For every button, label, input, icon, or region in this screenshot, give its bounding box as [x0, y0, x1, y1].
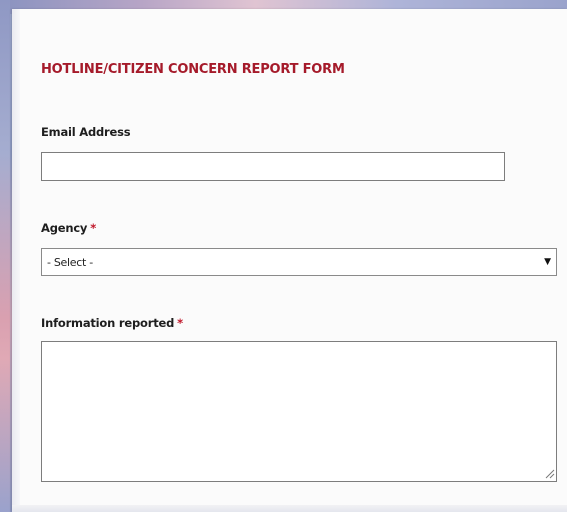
panel-footer [12, 505, 567, 512]
email-field[interactable] [41, 152, 505, 181]
panel-edge [12, 9, 20, 512]
resize-grip-icon[interactable] [545, 469, 555, 479]
agency-label: Agency * [41, 221, 96, 235]
information-textarea[interactable] [41, 341, 557, 482]
agency-label-text: Agency [41, 221, 88, 235]
form-title: HOTLINE/CITIZEN CONCERN REPORT FORM [41, 62, 345, 77]
dropdown-arrow-icon: ▼ [544, 257, 551, 267]
information-label-text: Information reported [41, 316, 175, 330]
required-marker: * [90, 221, 97, 235]
agency-select[interactable]: - Select - ▼ [41, 248, 557, 276]
background-side [0, 0, 10, 512]
agency-select-value: - Select - [47, 255, 93, 269]
email-label: Email Address [41, 125, 131, 139]
required-marker: * [177, 316, 183, 330]
information-label: Information reported * [41, 316, 183, 330]
